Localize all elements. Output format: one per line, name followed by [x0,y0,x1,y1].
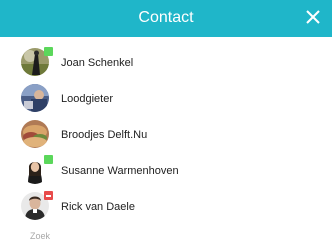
contact-name: Broodjes Delft.Nu [61,129,148,141]
contact-name: Rick van Daele [61,201,135,213]
contact-row-rick-van-daele[interactable]: Rick van Daele [0,189,332,225]
avatar [21,84,49,112]
status-dnd-badge [44,191,53,200]
contact-row-loodgieter[interactable]: Loodgieter [0,81,332,117]
contact-name: Joan Schenkel [61,57,134,69]
avatar [21,120,49,148]
contact-name: Loodgieter [61,93,113,105]
header-title: Contact [138,9,194,26]
status-online-badge [44,47,53,56]
contact-name: Susanne Warmenhoven [61,165,179,177]
contact-row-susanne-warmenhoven[interactable]: Susanne Warmenhoven [0,153,332,189]
contact-header: Contact [0,0,332,37]
search-input[interactable] [30,230,230,242]
contact-list: Joan Schenkel Loodgieter Broodjes Delft.… [0,45,332,225]
close-icon[interactable] [302,6,324,28]
contact-row-joan-schenkel[interactable]: Joan Schenkel [0,45,332,81]
contact-row-broodjes-delft-nu[interactable]: Broodjes Delft.Nu [0,117,332,153]
status-online-badge [44,155,53,164]
